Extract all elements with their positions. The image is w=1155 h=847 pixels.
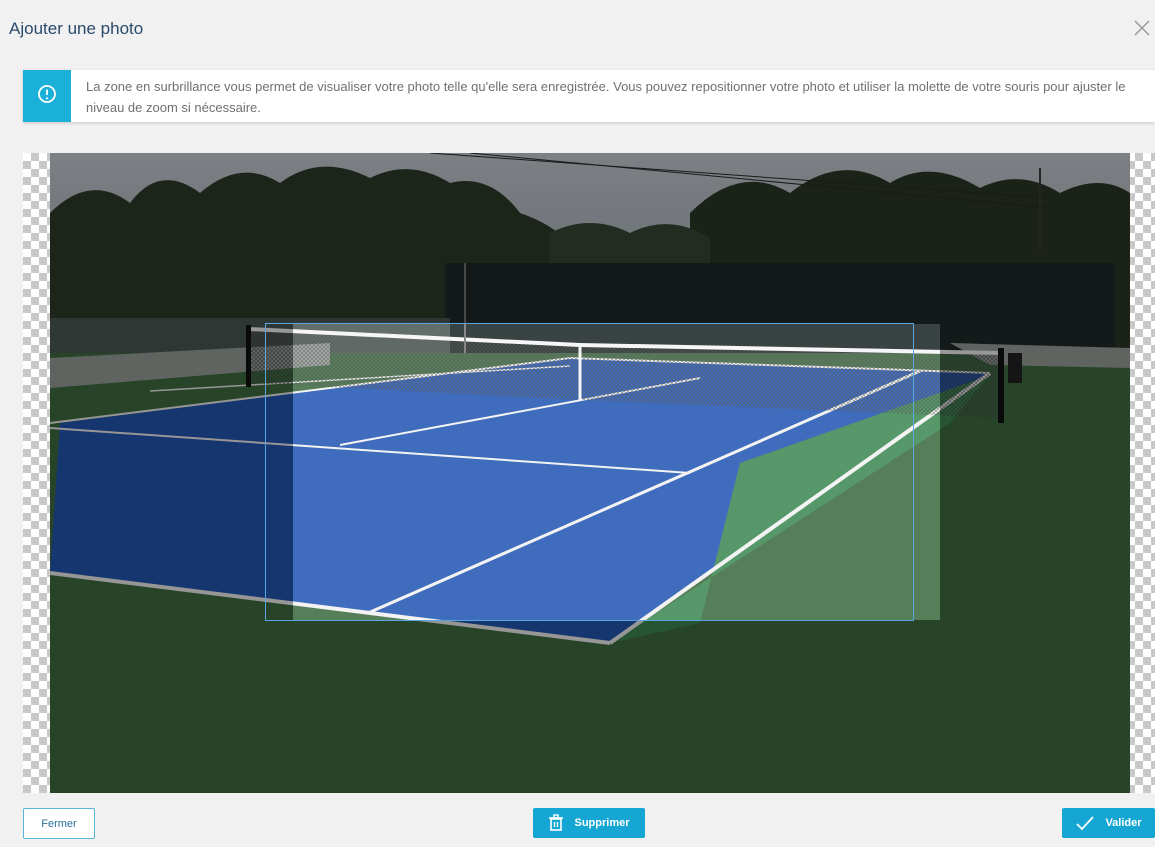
info-banner: La zone en surbrillance vous permet de v…	[23, 70, 1155, 122]
close-icon[interactable]	[1131, 17, 1153, 39]
validate-button[interactable]: Valider	[1062, 808, 1155, 838]
trash-icon	[549, 814, 564, 831]
close-button[interactable]: Fermer	[23, 808, 95, 839]
check-icon	[1076, 816, 1095, 831]
close-button-label: Fermer	[41, 817, 77, 830]
dialog-title: Ajouter une photo	[9, 19, 144, 38]
photo-cropper[interactable]	[23, 153, 1155, 793]
info-text: La zone en surbrillance vous permet de v…	[86, 79, 1126, 115]
delete-button-label: Supprimer	[574, 817, 630, 829]
info-circle-icon	[38, 85, 56, 103]
info-banner-stripe	[23, 70, 71, 122]
dialog-header: Ajouter une photo	[0, 0, 1155, 60]
crop-selection[interactable]	[265, 323, 914, 621]
validate-button-label: Valider	[1105, 817, 1142, 829]
delete-button[interactable]: Supprimer	[533, 808, 645, 838]
